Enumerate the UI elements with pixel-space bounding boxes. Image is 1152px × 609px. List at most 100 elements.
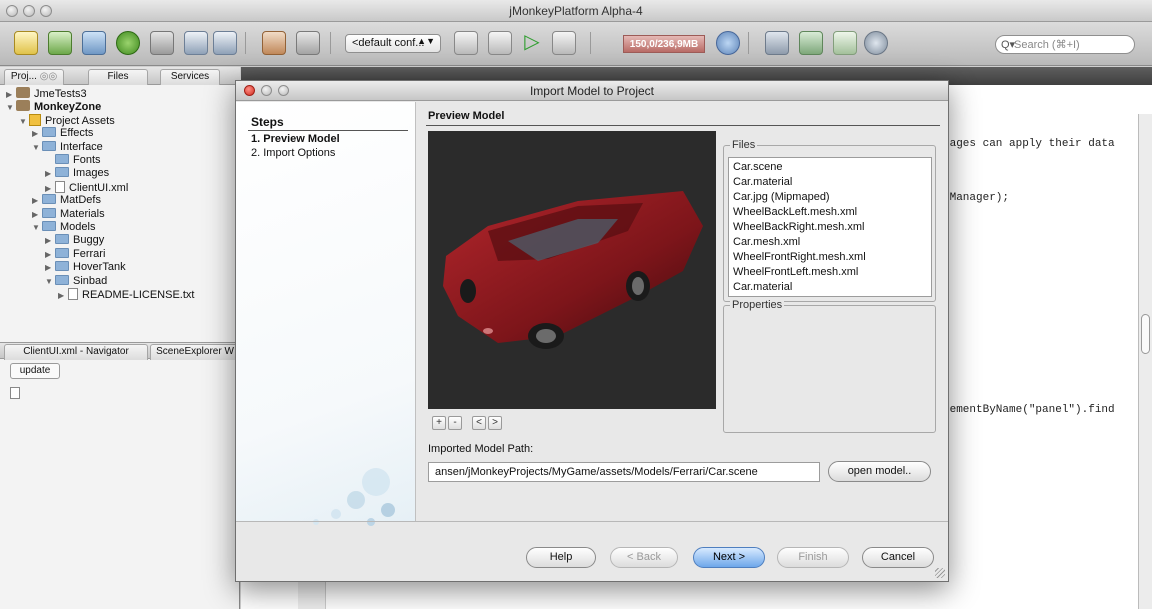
collapsed-icon[interactable]: ▶ <box>32 194 42 207</box>
debug-icon[interactable] <box>552 31 576 55</box>
file-list-item[interactable]: WheelBackRight.mesh.xml <box>733 221 864 233</box>
model-preview-viewport[interactable] <box>428 131 716 409</box>
zoom-out-button[interactable]: - <box>448 416 462 430</box>
rotate-right-button[interactable]: > <box>488 416 502 430</box>
run-icon[interactable]: ▷ <box>522 31 542 55</box>
gc-icon[interactable] <box>716 31 740 55</box>
tree-item[interactable]: ▶ ClientUI.xml <box>45 180 128 195</box>
tree-item[interactable]: ▶ README-LICENSE.txt <box>58 288 194 301</box>
material-icon[interactable] <box>864 31 888 55</box>
tab-projects[interactable]: Proj... ◎◎ <box>4 69 64 85</box>
tree-item[interactable]: ▶ JmeTests3 <box>6 87 87 100</box>
collapsed-icon[interactable]: ▶ <box>45 234 55 247</box>
tree-item-label: Buggy <box>73 234 105 247</box>
tree-item[interactable]: ▶ MatDefs <box>32 194 101 207</box>
add-icon[interactable] <box>116 31 140 55</box>
collapsed-icon[interactable]: ▶ <box>45 182 55 195</box>
collapsed-icon[interactable]: ▶ <box>45 167 55 180</box>
expanded-icon[interactable]: ▼ <box>19 115 29 128</box>
file-list-item[interactable]: Car.material <box>733 176 792 188</box>
file-list-item[interactable]: WheelFrontLeft.mesh.xml <box>733 266 858 278</box>
new-file-icon[interactable] <box>14 31 38 55</box>
file-list-item[interactable]: Car.material <box>733 281 792 293</box>
collapsed-icon[interactable]: ▶ <box>6 88 16 101</box>
configuration-select[interactable]: <default conf... ▲▼ <box>345 34 441 53</box>
file-list-item[interactable]: WheelFrontRight.mesh.xml <box>733 251 866 263</box>
filter-icon[interactable] <box>150 31 174 55</box>
file-list-item[interactable]: Car.mesh.xml <box>733 236 800 248</box>
project-icon <box>16 87 30 98</box>
tree-item[interactable]: ▼ Models <box>32 221 95 234</box>
scene-icon[interactable] <box>799 31 823 55</box>
scrollbar-thumb[interactable] <box>1141 314 1150 354</box>
finish-button[interactable]: Finish <box>777 547 849 568</box>
tree-item[interactable]: ▶ HoverTank <box>45 261 126 274</box>
tab-navigator[interactable]: ClientUI.xml - Navigator <box>4 344 148 360</box>
editor-scrollbar[interactable] <box>1138 114 1152 609</box>
hammer-icon[interactable] <box>454 31 478 55</box>
open-project-icon[interactable] <box>82 31 106 55</box>
tree-item-label: Interface <box>60 140 103 153</box>
dialog-footer-divider <box>236 521 948 522</box>
undo-icon[interactable] <box>262 31 286 55</box>
save-all-icon[interactable] <box>213 31 237 55</box>
assets-icon <box>29 113 41 126</box>
tree-item-label: Effects <box>60 127 94 140</box>
open-model-button[interactable]: open model.. <box>828 461 931 482</box>
folder-icon <box>42 140 56 151</box>
collapsed-icon[interactable]: ▶ <box>32 127 42 140</box>
next-button[interactable]: Next > <box>693 547 765 568</box>
tree-item[interactable]: ▼ MonkeyZone <box>6 100 101 113</box>
tree-item[interactable]: ▼ Interface <box>32 140 103 154</box>
new-project-icon[interactable] <box>48 31 72 55</box>
folder-icon <box>55 274 69 285</box>
resize-grip-icon[interactable] <box>935 568 945 578</box>
tree-item[interactable]: ▼ Sinbad <box>45 274 107 288</box>
document-icon <box>10 387 20 399</box>
help-button[interactable]: Help <box>526 547 596 568</box>
collapsed-icon[interactable]: ▶ <box>58 289 68 302</box>
tree-item[interactable]: ▶ Buggy <box>45 234 104 247</box>
tree-item[interactable]: ▶ Images <box>45 167 109 180</box>
tab-files[interactable]: Files <box>88 69 148 85</box>
folder-icon <box>42 194 56 205</box>
cancel-button[interactable]: Cancel <box>862 547 934 568</box>
tree-icon[interactable] <box>833 31 857 55</box>
tree-item-label: README-LICENSE.txt <box>82 289 195 301</box>
memory-usage-bar[interactable]: 150,0/236,9MB <box>623 35 705 53</box>
collapsed-icon[interactable]: ▶ <box>45 261 55 274</box>
tree-item[interactable]: Fonts <box>45 154 101 167</box>
files-list[interactable]: Car.scene Car.material Car.jpg (Mipmaped) W… <box>728 157 932 297</box>
window-titlebar: jMonkeyPlatform Alpha-4 <box>0 0 1152 22</box>
tree-item[interactable]: ▶ Materials <box>32 207 105 221</box>
file-list-item[interactable]: WheelBackLeft.mesh.xml <box>733 206 857 218</box>
layout-icon[interactable] <box>765 31 789 55</box>
expanded-icon[interactable]: ▼ <box>32 221 42 234</box>
window-title: jMonkeyPlatform Alpha-4 <box>509 4 643 18</box>
tab-services[interactable]: Services <box>160 69 220 85</box>
update-button[interactable]: update <box>10 363 60 379</box>
expanded-icon[interactable]: ▼ <box>6 101 16 114</box>
tree-item[interactable]: ▶ Ferrari <box>45 247 105 261</box>
tree-item[interactable]: ▼ Project Assets <box>19 113 115 128</box>
panel-controls-icon[interactable]: ◎◎ <box>40 71 57 82</box>
expanded-icon[interactable]: ▼ <box>32 141 42 154</box>
back-button[interactable]: < Back <box>610 547 678 568</box>
file-list-item[interactable]: Car.scene <box>733 161 783 173</box>
zoom-in-button[interactable]: + <box>432 416 446 430</box>
code-line: lementByName("panel").find <box>943 404 1115 416</box>
collapsed-icon[interactable]: ▶ <box>45 248 55 261</box>
file-list-item[interactable]: Car.jpg (Mipmaped) <box>733 191 830 203</box>
tab-navigator-label: ClientUI.xml - Navigator <box>23 346 129 357</box>
collapsed-icon[interactable]: ▶ <box>32 208 42 221</box>
redo-icon[interactable] <box>296 31 320 55</box>
rotate-left-button[interactable]: < <box>472 416 486 430</box>
tab-scene-explorer[interactable]: SceneExplorer W <box>150 344 240 360</box>
imported-model-path-field[interactable]: ansen/jMonkeyProjects/MyGame/assets/Mode… <box>428 462 820 482</box>
save-icon[interactable] <box>184 31 208 55</box>
tree-item[interactable]: ▶ Effects <box>32 127 93 140</box>
clean-build-icon[interactable] <box>488 31 512 55</box>
search-field[interactable]: Q▾ Search (⌘+I) <box>995 35 1135 54</box>
imported-model-path-label: Imported Model Path: <box>428 443 534 455</box>
expanded-icon[interactable]: ▼ <box>45 275 55 288</box>
